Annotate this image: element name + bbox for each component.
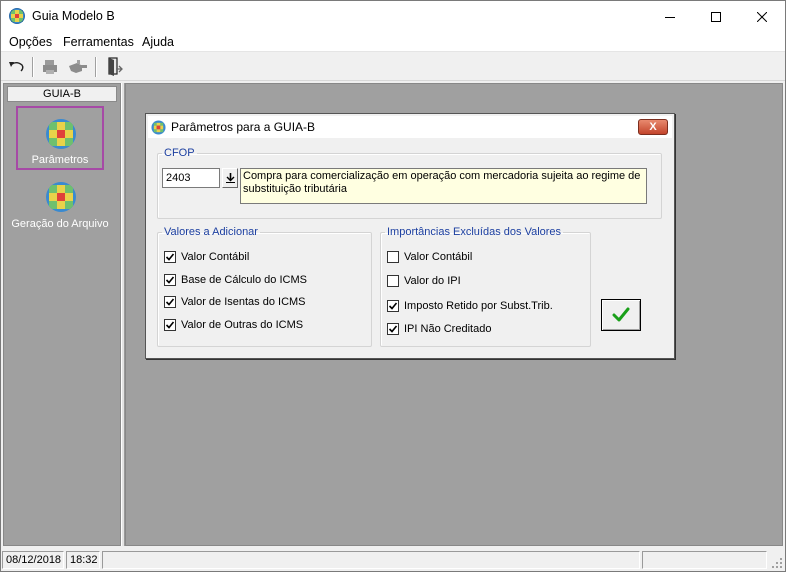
ok-button[interactable]	[601, 299, 641, 331]
checkbox-box[interactable]	[387, 251, 399, 263]
checkbox-box[interactable]	[164, 319, 176, 331]
checkbox-box[interactable]	[164, 251, 176, 263]
menu-opcoes[interactable]: Opções	[9, 35, 52, 49]
checkbox-valor-ipi[interactable]: Valor do IPI	[387, 273, 461, 289]
cfop-legend: CFOP	[164, 147, 195, 159]
checkbox-box[interactable]	[387, 275, 399, 287]
checkbox-box[interactable]	[164, 296, 176, 308]
hand-icon	[69, 60, 87, 73]
close-button[interactable]	[739, 1, 785, 32]
status-message	[102, 551, 640, 569]
sidebar-item-parametros[interactable]: Parâmetros	[16, 106, 104, 170]
status-bar: 08/12/2018 18:32	[1, 548, 785, 571]
globe-icon	[151, 120, 166, 135]
title-bar[interactable]: Guia Modelo B	[1, 1, 785, 32]
cfop-description: Compra para comercialização em operação …	[240, 168, 647, 204]
close-icon	[757, 11, 767, 22]
undo-icon	[9, 62, 24, 72]
undo-button[interactable]	[5, 56, 29, 78]
checkbox-ipi-nao-creditado[interactable]: IPI Não Creditado	[387, 321, 491, 337]
valores-adicionar-legend: Valores a Adicionar	[164, 226, 258, 238]
sidebar-header: GUIA-B	[7, 86, 117, 102]
checkmark-icon	[388, 325, 398, 333]
main-window: Guia Modelo B Opções Ferramentas Ajuda G…	[0, 0, 786, 572]
checkbox-box[interactable]	[164, 274, 176, 286]
checkbox-label: Valor de Isentas do ICMS	[181, 296, 306, 308]
checkbox-valor-outras-icms[interactable]: Valor de Outras do ICMS	[164, 317, 303, 333]
checkbox-label: Valor de Outras do ICMS	[181, 319, 304, 331]
globe-icon	[46, 119, 76, 149]
status-extra	[642, 551, 767, 569]
globe-app-icon	[9, 8, 25, 24]
checkbox-label: Valor Contábil	[181, 251, 250, 263]
minimize-icon	[665, 16, 675, 18]
sidebar-item-label: Geração do Arquivo	[11, 218, 109, 230]
checkbox-base-calculo-icms[interactable]: Base de Cálculo do ICMS	[164, 272, 307, 288]
close-icon: X	[649, 121, 657, 133]
checkbox-label: Valor do IPI	[404, 275, 461, 287]
checkbox-label: IPI Não Creditado	[404, 323, 492, 335]
checkmark-icon	[165, 298, 175, 306]
checkmark-icon	[165, 321, 175, 329]
checkmark-icon	[165, 276, 175, 284]
window-title: Guia Modelo B	[32, 9, 115, 23]
globe-icon	[46, 182, 76, 212]
status-date: 08/12/2018	[2, 551, 64, 569]
cfop-group: CFOP Compra para comercialização em oper…	[157, 147, 662, 219]
checkbox-valor-isentas-icms[interactable]: Valor de Isentas do ICMS	[164, 294, 306, 310]
print-icon	[43, 60, 57, 74]
checkbox-label: Base de Cálculo do ICMS	[181, 274, 307, 286]
sidebar-item-label: Parâmetros	[31, 154, 89, 166]
cfop-lookup-button[interactable]	[222, 168, 238, 188]
status-time: 18:32	[66, 551, 100, 569]
checkbox-box[interactable]	[387, 323, 399, 335]
toolbar	[1, 53, 785, 81]
checkbox-valor-contabil-exc[interactable]: Valor Contábil	[387, 249, 472, 265]
arrow-down-icon	[225, 173, 235, 183]
checkmark-icon	[165, 253, 175, 261]
minimize-button[interactable]	[647, 1, 693, 32]
valores-adicionar-group: Valores a Adicionar Valor Contábil Base …	[157, 226, 372, 347]
menu-ferramentas[interactable]: Ferramentas	[63, 35, 134, 49]
toolbar-separator	[95, 57, 97, 77]
sidebar-item-geracao-arquivo[interactable]: Geração do Arquivo	[11, 178, 109, 242]
green-checkmark-icon	[612, 307, 630, 322]
checkbox-label: Imposto Retido por Subst.Trib.	[404, 300, 553, 312]
checkbox-label: Valor Contábil	[404, 251, 473, 263]
importancias-excluidas-legend: Importâncias Excluídas dos Valores	[387, 226, 562, 238]
menu-bar: Opções Ferramentas Ajuda	[1, 32, 785, 52]
maximize-icon	[711, 11, 721, 22]
cfop-code-input[interactable]	[162, 168, 220, 188]
exit-door-icon	[108, 57, 123, 76]
sidebar-panel: GUIA-B Parâmetros Geração do Arquivo	[3, 83, 121, 546]
checkbox-imposto-retido[interactable]: Imposto Retido por Subst.Trib.	[387, 298, 553, 314]
toolbar-separator	[32, 57, 34, 77]
dialog-title: Parâmetros para a GUIA-B	[171, 120, 316, 134]
dialog-close-button[interactable]: X	[638, 119, 668, 135]
checkbox-box[interactable]	[387, 300, 399, 312]
hand-button[interactable]	[66, 56, 90, 78]
print-button[interactable]	[39, 56, 63, 78]
checkmark-icon	[388, 302, 398, 310]
exit-button[interactable]	[102, 56, 126, 78]
importancias-excluidas-group: Importâncias Excluídas dos Valores Valor…	[380, 226, 591, 347]
checkbox-valor-contabil-add[interactable]: Valor Contábil	[164, 249, 249, 265]
maximize-button[interactable]	[693, 1, 739, 32]
menu-ajuda[interactable]: Ajuda	[142, 35, 174, 49]
resize-grip-icon[interactable]	[771, 557, 783, 569]
parametros-dialog: Parâmetros para a GUIA-B X CFOP Compra p…	[145, 113, 675, 359]
dialog-title-bar[interactable]: Parâmetros para a GUIA-B X	[148, 116, 672, 138]
